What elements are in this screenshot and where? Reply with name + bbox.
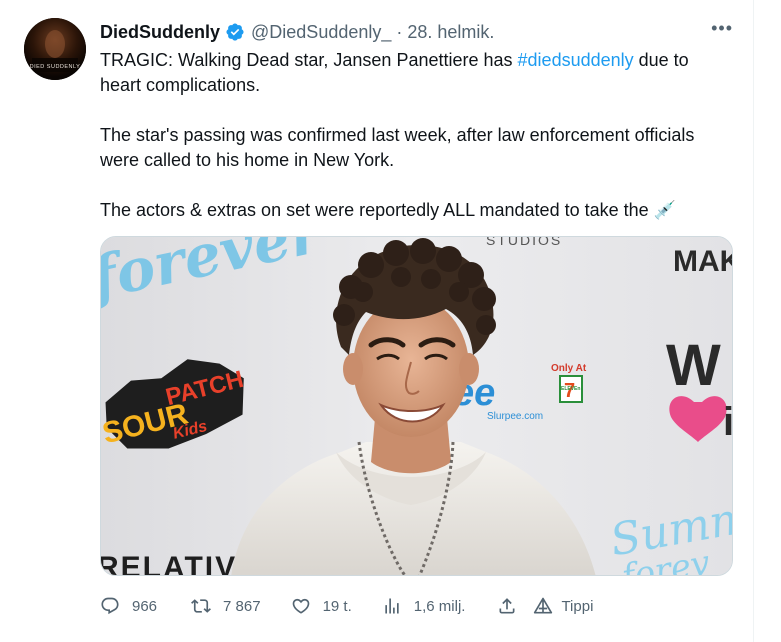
more-icon[interactable]: ••• xyxy=(711,18,733,39)
tweet-text-segment: The actors & extras on set were reported… xyxy=(100,200,654,220)
separator: · xyxy=(396,21,403,42)
tweet-actions: 966 7 867 19 t. 1,6 milj. Tippi xyxy=(100,594,640,618)
display-name[interactable]: DiedSuddenly xyxy=(100,22,220,43)
avatar-image: DIED SUDDENLY xyxy=(24,18,86,80)
reply-count: 966 xyxy=(132,597,158,615)
share-icon xyxy=(499,598,515,614)
photo-image: forever STUDIOS MAK SOUR PATCH Kids ee S… xyxy=(101,237,733,576)
tweet-text: TRAGIC: Walking Dead star, Jansen Panett… xyxy=(100,48,730,248)
tweet-header: DiedSuddenly @DiedSuddenly_ · 28. helmik… xyxy=(100,18,733,46)
tweet-paragraph-1: TRAGIC: Walking Dead star, Jansen Panett… xyxy=(100,48,730,98)
views-icon xyxy=(385,598,399,614)
like-count: 19 t. xyxy=(322,597,352,615)
backdrop-eleven: ELEVEn xyxy=(561,386,580,392)
backdrop-w: W xyxy=(666,333,721,398)
tweet-media-photo[interactable]: forever STUDIOS MAK SOUR PATCH Kids ee S… xyxy=(100,236,733,576)
tweet-text-segment: TRAGIC: Walking Dead star, Jansen Panett… xyxy=(100,50,518,70)
backdrop-relativity: RELATIV xyxy=(101,551,237,576)
tweet-card: DIED SUDDENLY DiedSuddenly @DiedSuddenly… xyxy=(0,0,754,642)
like-button[interactable]: 19 t. xyxy=(291,596,352,616)
retweet-count: 7 867 xyxy=(223,597,261,615)
handle[interactable]: @DiedSuddenly_ xyxy=(251,22,391,43)
tip-label: Tippi xyxy=(561,597,594,615)
backdrop-studios: STUDIOS xyxy=(486,237,562,248)
tweet-paragraph-2: The star's passing was confirmed last we… xyxy=(100,125,695,170)
syringe-emoji: 💉 xyxy=(653,200,677,220)
backdrop-i: i xyxy=(723,400,733,444)
tip-icon xyxy=(534,597,553,614)
tweet-paragraph-3: The actors & extras on set were reported… xyxy=(100,198,730,223)
heart-outline-icon xyxy=(292,598,309,614)
retweet-icon xyxy=(191,599,211,613)
hashtag-link[interactable]: #diedsuddenly xyxy=(518,50,634,70)
tweet-date[interactable]: 28. helmik. xyxy=(407,22,494,43)
seven-eleven-logo: 7 ELEVEn xyxy=(559,375,583,403)
views-button[interactable]: 1,6 milj. xyxy=(382,596,466,616)
views-count: 1,6 milj. xyxy=(413,597,466,615)
backdrop-mak: MAK xyxy=(673,245,733,278)
avatar-caption: DIED SUDDENLY xyxy=(30,64,81,70)
retweet-button[interactable]: 7 867 xyxy=(191,596,261,616)
verified-badge-icon xyxy=(225,22,245,42)
avatar[interactable]: DIED SUDDENLY xyxy=(24,18,86,80)
share-button[interactable] xyxy=(497,596,517,616)
tip-button[interactable]: Tippi xyxy=(533,596,593,616)
reply-button[interactable]: 966 xyxy=(100,596,157,616)
reply-icon xyxy=(101,597,119,615)
backdrop-slurpee-url: Slurpee.com xyxy=(487,411,543,422)
backdrop-only-at: Only At xyxy=(551,363,587,374)
